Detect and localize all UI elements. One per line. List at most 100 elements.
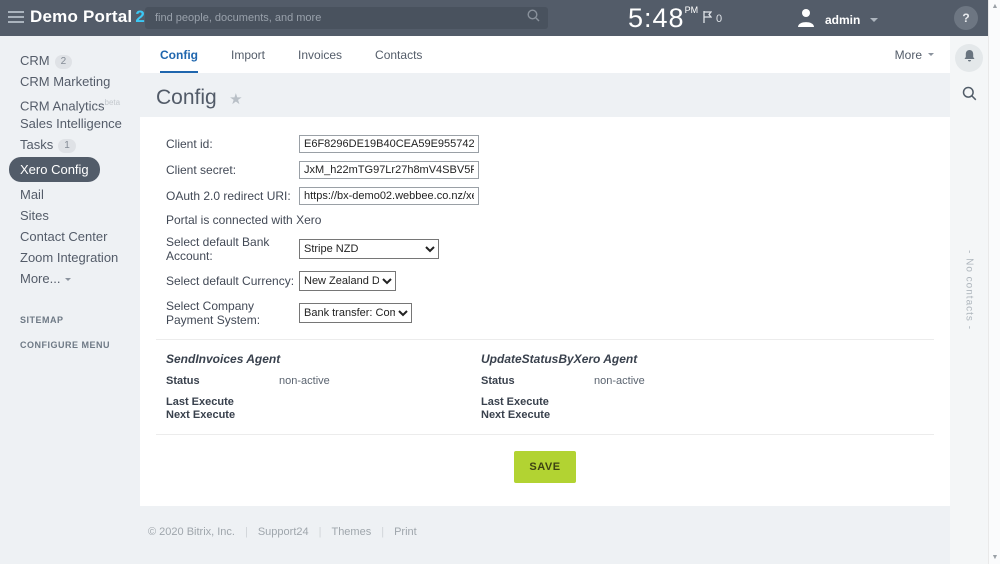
global-search-input[interactable] xyxy=(145,12,527,24)
top-bar: Demo Portal24 5:48PM 0 admin ? xyxy=(0,0,988,36)
connection-status-row: Portal is connected with Xero xyxy=(166,213,924,227)
bank-account-select[interactable]: Stripe NZD xyxy=(299,239,439,259)
client-id-row: Client id: xyxy=(166,135,924,153)
payment-system-label: Select Company Payment System: xyxy=(166,299,299,327)
last-execute-label: Last Execute xyxy=(481,396,594,408)
agent-last-execute-row: Last Execute xyxy=(166,396,481,408)
sidebar-item-sites[interactable]: Sites xyxy=(20,205,140,226)
sidebar-item-tasks[interactable]: Tasks1 xyxy=(20,134,140,155)
divider xyxy=(156,434,934,435)
sidebar: CRM2 CRM Marketing CRM Analyticsbeta Sal… xyxy=(0,36,140,564)
sidebar-item-zoom-integration[interactable]: Zoom Integration xyxy=(20,247,140,268)
tab-contacts[interactable]: Contacts xyxy=(375,36,422,73)
crm-badge: 2 xyxy=(55,55,73,69)
tasks-badge: 1 xyxy=(58,139,76,153)
scroll-down-arrow-icon[interactable]: ▼ xyxy=(989,554,1000,561)
tab-invoices[interactable]: Invoices xyxy=(298,36,342,73)
sidebar-configure-menu-link[interactable]: CONFIGURE MENU xyxy=(20,340,140,350)
page-footer: © 2020 Bitrix, Inc. | Support24 | Themes… xyxy=(140,506,950,538)
user-menu[interactable]: admin xyxy=(795,6,878,33)
clock[interactable]: 5:48PM xyxy=(628,3,698,34)
clock-meridiem: PM xyxy=(685,5,699,15)
flag-icon xyxy=(703,11,712,26)
footer-link-themes[interactable]: Themes xyxy=(331,526,371,538)
sidebar-item-crm-marketing[interactable]: CRM Marketing xyxy=(20,71,140,92)
sidebar-item-contact-center[interactable]: Contact Center xyxy=(20,226,140,247)
oauth-uri-label: OAuth 2.0 redirect URI: xyxy=(166,189,299,203)
client-secret-label: Client secret: xyxy=(166,163,299,177)
next-execute-label: Next Execute xyxy=(481,409,594,421)
save-button[interactable]: SAVE xyxy=(514,451,575,483)
client-secret-input[interactable] xyxy=(299,161,479,179)
update-status-agent: UpdateStatusByXero Agent Status non-acti… xyxy=(481,352,796,422)
search-icon[interactable] xyxy=(527,9,540,27)
user-avatar-icon xyxy=(795,6,817,33)
sidebar-item-crm-analytics[interactable]: CRM Analyticsbeta xyxy=(20,92,140,113)
sidebar-item-xero-config[interactable]: Xero Config xyxy=(9,157,140,182)
sidebar-item-more[interactable]: More... xyxy=(20,268,140,289)
brand-name: Demo Portal xyxy=(30,7,132,26)
chevron-down-icon xyxy=(65,278,71,281)
status-value: non-active xyxy=(594,375,645,387)
main-content: Config Import Invoices Contacts More Con… xyxy=(140,36,950,564)
footer-link-support24[interactable]: Support24 xyxy=(258,526,309,538)
bank-account-row: Select default Bank Account: Stripe NZD xyxy=(166,235,924,263)
notification-flag[interactable]: 0 xyxy=(703,11,722,26)
chevron-down-icon xyxy=(870,18,878,22)
payment-system-select[interactable]: Bank transfer: Companies xyxy=(299,303,412,323)
no-contacts-label: - No contacts - xyxy=(964,250,975,330)
sidebar-sitemap-link[interactable]: SITEMAP xyxy=(20,315,140,325)
brand-logo[interactable]: Demo Portal24 xyxy=(30,7,155,27)
client-id-input[interactable] xyxy=(299,135,479,153)
page-scrollbar[interactable]: ▲ ▼ xyxy=(988,0,1000,564)
next-execute-label: Next Execute xyxy=(166,409,279,421)
currency-row: Select default Currency: New Zealand Dol… xyxy=(166,271,924,291)
notifications-button[interactable] xyxy=(955,44,983,72)
sidebar-item-sales-intelligence[interactable]: Sales Intelligence xyxy=(20,113,140,134)
oauth-uri-input[interactable] xyxy=(299,187,479,205)
favorite-star-icon[interactable]: ★ xyxy=(229,91,242,108)
oauth-uri-row: OAuth 2.0 redirect URI: xyxy=(166,187,924,205)
status-label: Status xyxy=(166,375,279,387)
footer-separator: | xyxy=(381,526,384,538)
rail-search-button[interactable] xyxy=(955,86,983,106)
sidebar-item-mail[interactable]: Mail xyxy=(20,184,140,205)
right-rail: - No contacts - xyxy=(950,36,988,564)
client-secret-row: Client secret: xyxy=(166,161,924,179)
status-label: Status xyxy=(481,375,594,387)
page-header: Config ★ xyxy=(140,73,950,117)
bell-icon xyxy=(963,49,976,68)
config-panel: Client id: Client secret: OAuth 2.0 redi… xyxy=(140,117,950,506)
menu-hamburger-icon[interactable] xyxy=(8,11,24,25)
tab-more-button[interactable]: More xyxy=(895,36,934,73)
chevron-down-icon xyxy=(928,53,934,56)
agent-status-row: Status non-active xyxy=(166,375,481,387)
flag-count: 0 xyxy=(716,13,722,25)
tab-import[interactable]: Import xyxy=(231,36,265,73)
currency-label: Select default Currency: xyxy=(166,274,299,288)
footer-separator: | xyxy=(245,526,248,538)
save-row: SAVE xyxy=(166,447,924,483)
agent-title: UpdateStatusByXero Agent xyxy=(481,352,796,366)
copyright-text: © 2020 Bitrix, Inc. xyxy=(148,526,235,538)
footer-link-print[interactable]: Print xyxy=(394,526,417,538)
divider xyxy=(156,339,934,340)
send-invoices-agent: SendInvoices Agent Status non-active Las… xyxy=(166,352,481,422)
agent-last-execute-row: Last Execute xyxy=(481,396,796,408)
agents-section: SendInvoices Agent Status non-active Las… xyxy=(166,352,924,422)
tab-bar: Config Import Invoices Contacts More xyxy=(140,36,950,73)
sidebar-item-crm[interactable]: CRM2 xyxy=(20,50,140,71)
tab-config[interactable]: Config xyxy=(160,36,198,73)
agent-title: SendInvoices Agent xyxy=(166,352,481,366)
beta-tag: beta xyxy=(105,98,121,107)
last-execute-label: Last Execute xyxy=(166,396,279,408)
page-title: Config xyxy=(156,86,217,109)
scroll-up-arrow-icon[interactable]: ▲ xyxy=(989,3,1000,10)
help-button[interactable]: ? xyxy=(954,6,978,30)
agent-next-execute-row: Next Execute xyxy=(166,409,481,421)
connection-status-text: Portal is connected with Xero xyxy=(166,213,321,227)
agent-next-execute-row: Next Execute xyxy=(481,409,796,421)
status-value: non-active xyxy=(279,375,330,387)
client-id-label: Client id: xyxy=(166,137,299,151)
currency-select[interactable]: New Zealand Dollar xyxy=(299,271,396,291)
